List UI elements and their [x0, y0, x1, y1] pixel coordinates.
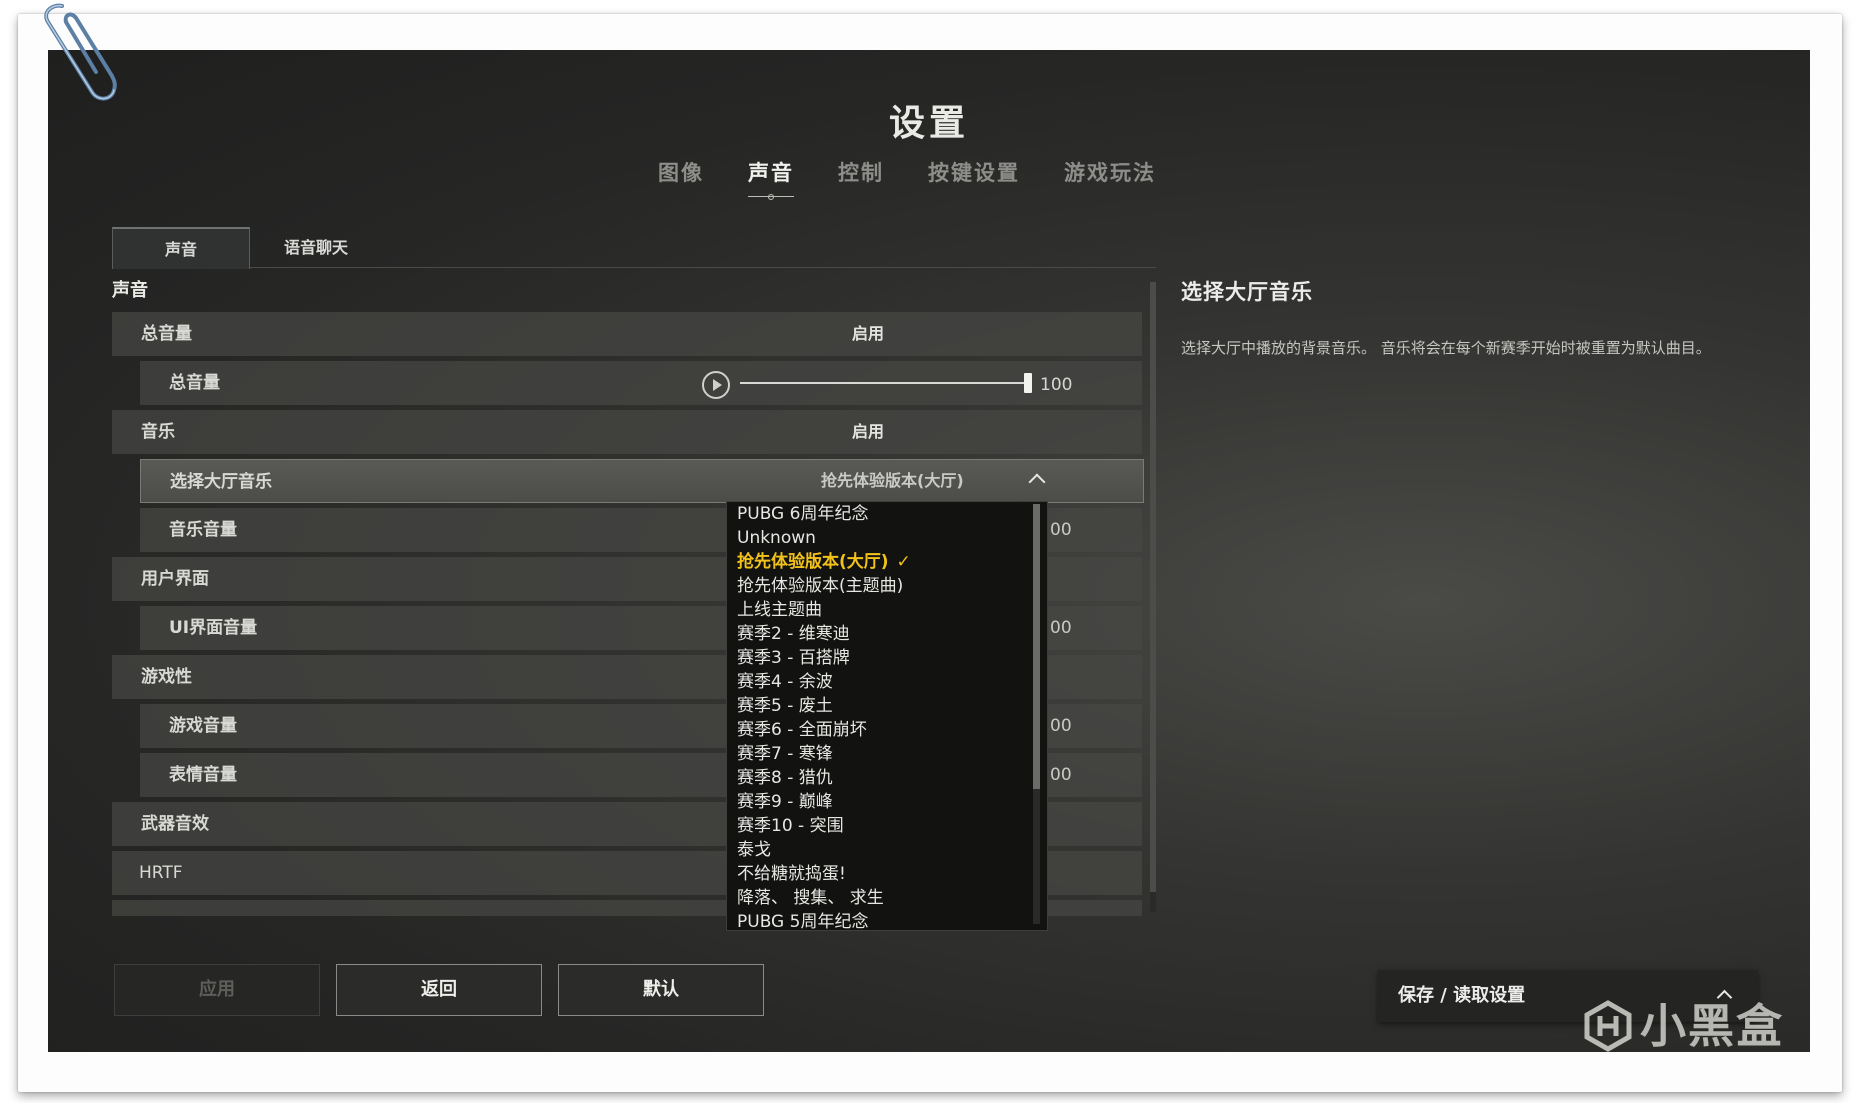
slider-fill: [740, 382, 1028, 384]
row-label: 游戏性: [141, 667, 192, 687]
dropdown-item[interactable]: 赛季9 - 巅峰: [737, 790, 833, 814]
settings-screen: 设置 图像 声音 控制 按键设置 游戏玩法 声音 语音聊天 声音 总音量 启用 …: [48, 50, 1810, 1052]
tab-control[interactable]: 控制: [838, 157, 884, 187]
watermark-text: 小黑盒: [1640, 999, 1784, 1053]
dropdown-item[interactable]: 赛季3 - 百搭牌: [737, 646, 850, 670]
dropdown-item[interactable]: 上线主题曲: [737, 598, 822, 622]
dropdown-item[interactable]: PUBG 6周年纪念: [737, 502, 868, 526]
dropdown-item[interactable]: 抢先体验版本(主题曲): [737, 574, 903, 598]
row-label: 表情音量: [169, 765, 237, 785]
row-master[interactable]: 总音量 启用: [112, 312, 1142, 356]
tab-gameplay[interactable]: 游戏玩法: [1064, 157, 1156, 187]
master-volume-slider[interactable]: 100: [702, 361, 1082, 405]
row-label: 用户界面: [141, 569, 209, 589]
paperclip-icon: [44, 3, 117, 101]
tab-sound[interactable]: 声音: [748, 157, 794, 200]
slider-thumb[interactable]: [1024, 373, 1032, 393]
dropdown-item[interactable]: 赛季7 - 寒锋: [737, 742, 833, 766]
dropdown-item[interactable]: Unknown: [737, 526, 816, 550]
row-label: 音乐: [141, 422, 175, 442]
dropdown-item[interactable]: 不给糖就捣蛋!: [737, 862, 846, 886]
apply-button[interactable]: 应用: [114, 964, 320, 1016]
sub-tabs: 声音 语音聊天: [112, 227, 1156, 269]
slider-value: 00: [1050, 716, 1072, 736]
subtab-sound[interactable]: 声音: [112, 227, 250, 269]
row-label: 选择大厅音乐: [170, 472, 272, 492]
info-description: 选择大厅中播放的背景音乐。 音乐将会在每个新赛季开始时被重置为默认曲目。: [1181, 339, 1711, 357]
subtab-voice-chat[interactable]: 语音聊天: [248, 227, 384, 267]
dropdown-item[interactable]: 赛季10 - 突围: [737, 814, 844, 838]
row-label: 总音量: [141, 324, 192, 344]
row-value: 启用: [852, 324, 885, 343]
dropdown-item[interactable]: 赛季2 - 维寒迪: [737, 622, 850, 646]
slider-value: 00: [1050, 765, 1072, 785]
row-label: 武器音效: [141, 814, 209, 834]
row-label: 总音量: [169, 373, 220, 393]
dropdown-item[interactable]: 赛季4 - 余波: [737, 670, 833, 694]
row-label: 游戏音量: [169, 716, 237, 736]
dropdown-item[interactable]: 赛季6 - 全面崩坏: [737, 718, 867, 742]
watermark-logo-icon: [1584, 1000, 1632, 1052]
dropdown-item[interactable]: PUBG 5周年纪念: [737, 910, 868, 930]
scrollbar-thumb[interactable]: [1150, 282, 1156, 892]
dropdown-item-selected[interactable]: 抢先体验版本(大厅) ✓: [737, 550, 911, 574]
section-heading: 声音: [112, 280, 148, 301]
main-tabs: 图像 声音 控制 按键设置 游戏玩法: [48, 157, 1788, 200]
play-icon[interactable]: [702, 371, 730, 399]
slider-value: 00: [1050, 520, 1072, 540]
dropdown-item[interactable]: 赛季8 - 猎仇: [737, 766, 833, 790]
list-scrollbar[interactable]: [1150, 282, 1156, 912]
dropdown-scrollbar[interactable]: [1033, 504, 1040, 924]
tab-graphics[interactable]: 图像: [658, 157, 704, 187]
row-lobby-music[interactable]: 选择大厅音乐 抢先体验版本(大厅): [140, 459, 1144, 503]
row-music[interactable]: 音乐 启用: [112, 410, 1142, 454]
row-value: 启用: [852, 422, 885, 441]
lobby-music-select[interactable]: 抢先体验版本(大厅): [821, 460, 964, 502]
page-title: 设置: [888, 103, 969, 144]
chevron-up-icon[interactable]: [1028, 473, 1046, 491]
slider-value: 00: [1050, 618, 1072, 638]
dropdown-item[interactable]: 降落、 搜集、 求生: [737, 886, 884, 910]
dropdown-item[interactable]: 赛季5 - 废土: [737, 694, 833, 718]
back-button[interactable]: 返回: [336, 964, 542, 1016]
lobby-music-dropdown[interactable]: PUBG 6周年纪念 Unknown 抢先体验版本(大厅) ✓ 抢先体验版本(主题曲) 上…: [726, 501, 1048, 931]
dropdown-item[interactable]: 泰戈: [737, 838, 771, 862]
check-icon: ✓: [896, 552, 911, 572]
default-button[interactable]: 默认: [558, 964, 764, 1016]
save-load-label: 保存 / 读取设置: [1398, 985, 1526, 1006]
row-label: UI界面音量: [169, 618, 258, 638]
row-label: HRTF: [139, 863, 183, 883]
dropdown-scrollbar-thumb[interactable]: [1033, 504, 1040, 789]
tab-keybindings[interactable]: 按键设置: [928, 157, 1020, 187]
slider-value: 100: [1040, 375, 1073, 395]
info-title: 选择大厅音乐: [1181, 280, 1313, 304]
row-label: 音乐音量: [169, 520, 237, 540]
row-master-volume: 总音量 100: [140, 361, 1142, 405]
